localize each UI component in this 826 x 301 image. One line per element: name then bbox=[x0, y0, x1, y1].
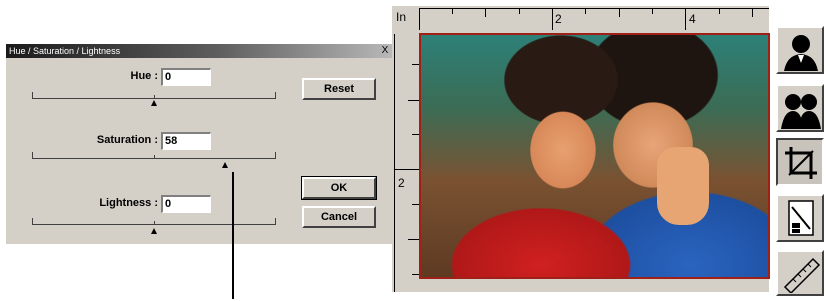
hue-input[interactable]: 0 bbox=[161, 68, 211, 86]
peace-sign-hand bbox=[657, 147, 709, 225]
children-photo bbox=[421, 35, 768, 277]
saturation-input[interactable]: 58 bbox=[161, 132, 211, 150]
saturation-slider-thumb[interactable] bbox=[221, 162, 228, 168]
lightness-input[interactable]: 0 bbox=[161, 195, 211, 213]
lightness-label: Lightness : bbox=[99, 197, 158, 209]
saturation-slider-track[interactable] bbox=[32, 152, 276, 159]
dialog-title-bar[interactable]: Hue / Saturation / Lightness bbox=[6, 44, 392, 58]
crop-icon bbox=[785, 147, 817, 179]
cancel-button[interactable]: Cancel bbox=[302, 206, 376, 228]
lightness-slider-track[interactable] bbox=[32, 218, 276, 225]
ruler-label-4: 4 bbox=[689, 12, 696, 26]
document-scale-icon bbox=[788, 200, 814, 236]
hue-slider-thumb[interactable] bbox=[151, 100, 157, 106]
ruler-icon bbox=[783, 257, 821, 293]
close-icon[interactable]: X bbox=[379, 45, 391, 57]
toolbar-button-ruler[interactable] bbox=[776, 250, 824, 296]
ruler-label-2: 2 bbox=[555, 12, 562, 26]
callout-pointer-line bbox=[232, 172, 234, 299]
toolbar-button-two-persons[interactable] bbox=[776, 84, 824, 132]
dialog-title: Hue / Saturation / Lightness bbox=[9, 46, 121, 56]
ruler-label-left-2: 2 bbox=[398, 176, 405, 190]
reset-button[interactable]: Reset bbox=[302, 78, 376, 100]
ruler-unit-label: In bbox=[396, 10, 407, 24]
toolbar-button-scale[interactable] bbox=[776, 194, 824, 242]
toolbar-button-single-person[interactable] bbox=[776, 26, 824, 74]
hue-saturation-lightness-dialog: Hue / Saturation / Lightness X Hue : 0 S… bbox=[6, 44, 392, 244]
left-ruler: 2 bbox=[394, 34, 419, 292]
lightness-slider-thumb[interactable] bbox=[151, 228, 157, 234]
person-silhouette-icon bbox=[784, 35, 818, 71]
saturation-label: Saturation : bbox=[96, 134, 158, 146]
two-persons-icon bbox=[781, 94, 821, 129]
preview-image-frame[interactable] bbox=[419, 33, 770, 279]
ok-button[interactable]: OK bbox=[301, 176, 377, 200]
hue-slider-track[interactable] bbox=[32, 92, 276, 99]
toolbar-button-crop[interactable] bbox=[776, 138, 824, 186]
hue-label: Hue : bbox=[130, 70, 159, 82]
top-ruler: 2 4 bbox=[419, 8, 769, 30]
